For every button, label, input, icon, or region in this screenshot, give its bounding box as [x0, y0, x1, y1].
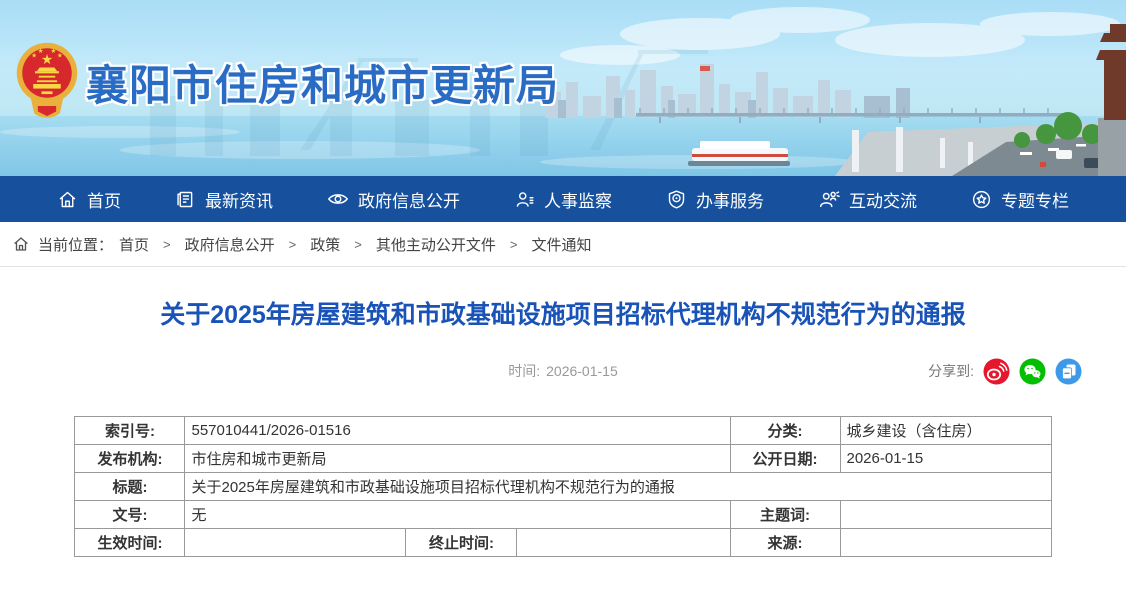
table-row: 发布机构: 市住房和城市更新局 公开日期: 2026-01-15: [75, 445, 1051, 473]
breadcrumb-home-icon: [12, 235, 30, 253]
home-icon: [57, 189, 78, 210]
nav-item-personnel[interactable]: 人事监察: [514, 187, 612, 212]
weibo-icon[interactable]: [983, 358, 1010, 385]
publish-date-value: 2026-01-15: [840, 445, 1051, 473]
source-label: 来源:: [730, 529, 840, 557]
table-row: 索引号: 557010441/2026-01516 分类: 城乡建设（含住房）: [75, 417, 1051, 445]
keywords-label: 主题词:: [730, 501, 840, 529]
nav-item-label: 办事服务: [696, 187, 764, 212]
breadcrumb-item-doc-notice[interactable]: 文件通知: [531, 234, 591, 255]
source-value: [840, 529, 1051, 557]
table-row: 生效时间: 终止时间: 来源:: [75, 529, 1051, 557]
article-header: 关于2025年房屋建筑和市政基础设施项目招标代理机构不规范行为的通报 时间: 20…: [0, 267, 1126, 386]
breadcrumb-item-other-public-docs[interactable]: 其他主动公开文件: [376, 234, 496, 255]
publish-time-label: 时间:: [508, 363, 540, 379]
nav-item-label: 政府信息公开: [358, 187, 460, 212]
effective-date-value: [185, 529, 406, 557]
expiry-date-label: 终止时间:: [406, 529, 517, 557]
breadcrumb-separator: >: [354, 237, 362, 252]
eye-icon: [327, 188, 349, 210]
category-label: 分类:: [730, 417, 840, 445]
nav-item-gov-info[interactable]: 政府信息公开: [327, 187, 460, 212]
nav-item-home[interactable]: 首页: [57, 187, 121, 212]
nav-item-label: 人事监察: [544, 187, 612, 212]
share-bar: 分享到:: [928, 356, 1082, 386]
nav-item-news[interactable]: 最新资讯: [175, 187, 273, 212]
nav-item-interaction[interactable]: 互动交流: [818, 187, 917, 212]
nav-item-label: 互动交流: [849, 187, 917, 212]
document-meta-table: 索引号: 557010441/2026-01516 分类: 城乡建设（含住房） …: [74, 416, 1051, 557]
article-meta-row: 时间: 2026-01-15 分享到:: [0, 356, 1126, 386]
nav-item-label: 首页: [87, 187, 121, 212]
breadcrumb-item-policy[interactable]: 政策: [310, 234, 340, 255]
page-title: 关于2025年房屋建筑和市政基础设施项目招标代理机构不规范行为的通报: [0, 299, 1126, 331]
star-circle-icon: [971, 189, 992, 210]
index-number-value: 557010441/2026-01516: [185, 417, 730, 445]
publish-date-label: 公开日期:: [730, 445, 840, 473]
category-value: 城乡建设（含住房）: [840, 417, 1051, 445]
breadcrumb: 当前位置： 首页 > 政府信息公开 > 政策 > 其他主动公开文件 > 文件通知: [0, 222, 1126, 267]
svg-text:★: ★: [38, 47, 44, 55]
breadcrumb-separator: >: [289, 237, 297, 252]
copy-link-icon[interactable]: [1055, 358, 1082, 385]
wechat-icon[interactable]: [1019, 358, 1046, 385]
breadcrumb-separator: >: [510, 237, 518, 252]
index-number-label: 索引号:: [75, 417, 185, 445]
svg-text:★: ★: [57, 51, 63, 59]
person-icon: [514, 189, 535, 210]
svg-text:★: ★: [51, 47, 57, 55]
breadcrumb-separator: >: [163, 237, 171, 252]
effective-date-label: 生效时间:: [75, 529, 185, 557]
breadcrumb-label: 当前位置：: [38, 234, 113, 255]
svg-text:★: ★: [31, 51, 37, 59]
table-row: 文号: 无 主题词:: [75, 501, 1051, 529]
share-label: 分享到:: [928, 361, 974, 381]
breadcrumb-item-home[interactable]: 首页: [119, 234, 149, 255]
nav-item-services[interactable]: 办事服务: [666, 187, 764, 212]
shield-badge-icon: [666, 189, 687, 210]
national-emblem-logo: ★ ★★ ★★: [14, 38, 80, 130]
table-row: 标题: 关于2025年房屋建筑和市政基础设施项目招标代理机构不规范行为的通报: [75, 473, 1051, 501]
news-icon: [175, 189, 196, 210]
nav-item-special-topics[interactable]: 专题专栏: [971, 187, 1069, 212]
issuing-agency-value: 市住房和城市更新局: [185, 445, 730, 473]
doc-title-value: 关于2025年房屋建筑和市政基础设施项目招标代理机构不规范行为的通报: [185, 473, 1051, 501]
doc-title-label: 标题:: [75, 473, 185, 501]
doc-number-label: 文号:: [75, 501, 185, 529]
nav-item-label: 专题专栏: [1001, 187, 1069, 212]
people-chat-icon: [818, 188, 840, 210]
site-title[interactable]: 襄阳市住房和城市更新局: [86, 52, 559, 113]
issuing-agency-label: 发布机构:: [75, 445, 185, 473]
keywords-value: [840, 501, 1051, 529]
breadcrumb-item-gov-info[interactable]: 政府信息公开: [185, 234, 275, 255]
site-banner: ★ ★★ ★★ 襄阳市住房和城市更新局: [0, 0, 1126, 176]
publish-time-value: 2026-01-15: [546, 363, 618, 379]
main-nav: 首页 最新资讯 政府信息公开 人事监察 办事服务 互动交流: [0, 176, 1126, 222]
expiry-date-value: [517, 529, 730, 557]
doc-number-value: 无: [185, 501, 730, 529]
nav-item-label: 最新资讯: [205, 187, 273, 212]
